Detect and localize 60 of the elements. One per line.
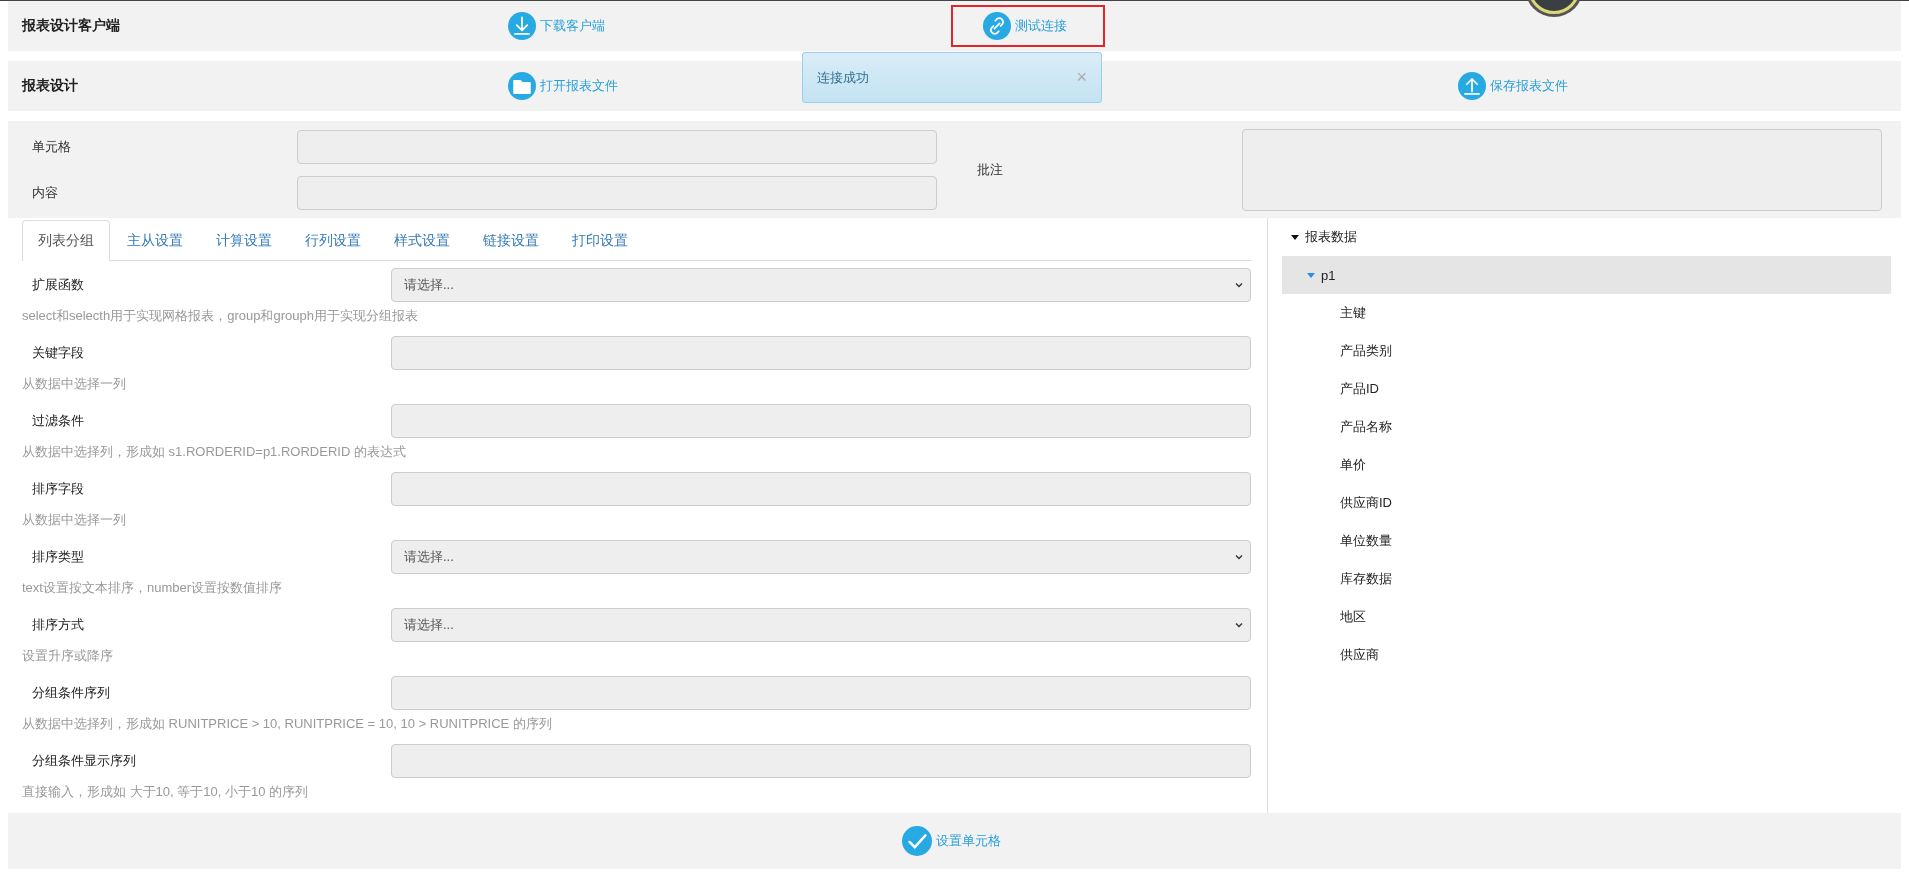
folder-icon <box>508 72 536 100</box>
field-label: 排序类型 <box>31 548 85 566</box>
tab[interactable]: 打印设置 <box>556 220 644 261</box>
select-field[interactable]: 请选择... <box>391 540 1251 574</box>
tree-item[interactable]: 产品ID <box>1282 370 1891 408</box>
tree-item[interactable]: 单位数量 <box>1282 522 1891 560</box>
tree-item[interactable]: 地区 <box>1282 598 1891 636</box>
help-text: 从数据中选择列，形成如 RUNITPRICE > 10, RUNITPRICE = 10, 10 > RUNITPRICE 的序列 <box>22 715 553 733</box>
tree-item[interactable]: 产品类别 <box>1282 332 1891 370</box>
tab[interactable]: 链接设置 <box>467 220 555 261</box>
tree-item[interactable]: 单价 <box>1282 446 1891 484</box>
input-field[interactable] <box>391 404 1251 438</box>
field-label: 过滤条件 <box>31 412 85 430</box>
field-label: 排序字段 <box>31 480 85 498</box>
tab[interactable]: 行列设置 <box>289 220 377 261</box>
tree-item[interactable]: 报表数据 <box>1282 218 1891 256</box>
tree-item[interactable]: 供应商 <box>1282 636 1891 674</box>
link-icon <box>983 12 1011 40</box>
input-field[interactable] <box>391 676 1251 710</box>
input-field[interactable] <box>391 744 1251 778</box>
toast-text: 连接成功 <box>817 68 869 87</box>
tree-item[interactable]: 供应商ID <box>1282 484 1891 522</box>
bar-title: 报表设计 <box>20 77 79 95</box>
check-icon <box>902 826 932 856</box>
caret-down-icon <box>1290 232 1300 242</box>
tab[interactable]: 样式设置 <box>378 220 466 261</box>
upload-icon <box>1458 72 1486 100</box>
field-label: 单元格 <box>31 137 72 156</box>
chevron-icon <box>1234 280 1244 290</box>
input-field[interactable] <box>297 175 937 210</box>
field-label: 排序方式 <box>31 616 85 634</box>
tab[interactable]: 列表分组 <box>22 220 110 261</box>
help-text: 直接输入，形成如 大于10, 等于10, 小于10 的序列 <box>22 783 310 801</box>
tree-item[interactable]: 主键 <box>1282 294 1891 332</box>
help-text: text设置按文本排序，number设置按数值排序 <box>22 579 284 597</box>
input-field[interactable] <box>391 336 1251 370</box>
tab[interactable]: 计算设置 <box>200 220 288 261</box>
field-label: 关键字段 <box>31 344 85 362</box>
help-text: 从数据中选择列，形成如 s1.RORDERID=p1.RORDERID 的表达式 <box>22 443 407 461</box>
tree-item[interactable]: 产品名称 <box>1282 408 1891 446</box>
tab[interactable]: 主从设置 <box>111 220 199 261</box>
download-icon <box>508 12 536 40</box>
chevron-icon <box>1234 552 1244 562</box>
field-label: 批注 <box>977 160 1004 179</box>
field-label: 分组条件显示序列 <box>31 752 137 770</box>
caret-down-icon <box>1306 270 1316 280</box>
help-text: 设置升序或降序 <box>22 647 114 665</box>
select-field[interactable]: 请选择... <box>391 608 1251 642</box>
select-field[interactable]: 请选择... <box>391 268 1251 302</box>
tree-item[interactable]: 库存数据 <box>1282 560 1891 598</box>
chevron-icon <box>1234 620 1244 630</box>
input-field[interactable] <box>297 129 937 164</box>
note-field[interactable] <box>1242 128 1882 211</box>
field-label: 内容 <box>31 183 59 202</box>
field-label: 扩展函数 <box>31 276 85 294</box>
help-text: select和selecth用于实现网格报表，group和grouph用于实现分组报表 <box>22 307 419 325</box>
bar-title: 报表设计客户端 <box>20 17 121 35</box>
input-field[interactable] <box>391 472 1251 506</box>
field-label: 分组条件序列 <box>31 684 111 702</box>
tree-item[interactable]: p1 <box>1282 256 1891 294</box>
